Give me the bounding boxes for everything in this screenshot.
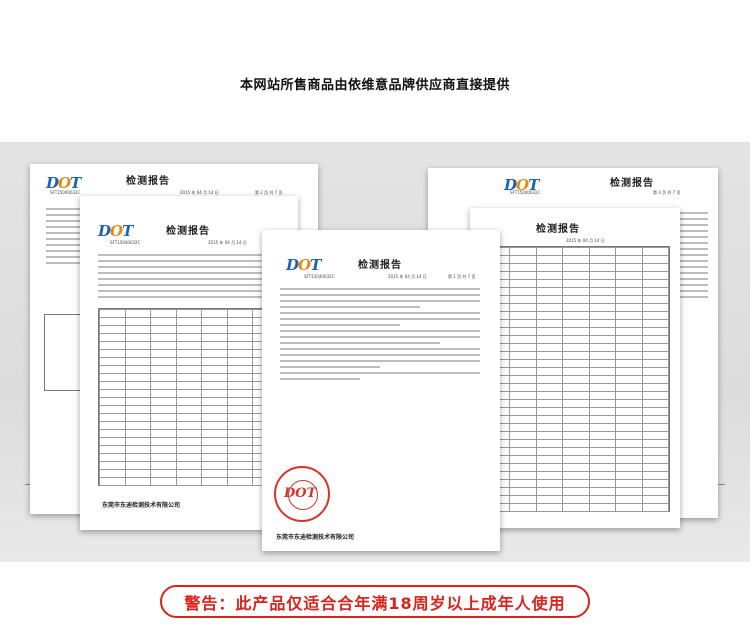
report-title: 检测报告 [166, 226, 210, 237]
report-page-table-right: 检测报告 2015 年 04 月 14 日 [470, 208, 680, 528]
report-date: 2015 年 04 月 14 日 [208, 240, 247, 245]
report-page-number: 第 3 页 共 7 页 [653, 190, 681, 195]
report-number: SFT15040032C [110, 240, 141, 245]
official-seal: DOT [274, 466, 330, 522]
issuing-organization: 东莞市东迪检测技术有限公司 [276, 534, 355, 541]
dot-logo: DOT [286, 256, 321, 274]
age-warning-banner: 警告：此产品仅适合合年满18周岁以上成年人使用 [160, 585, 590, 618]
report-page-number: 第 1 页 共 7 页 [448, 274, 476, 279]
report-title: 检测报告 [358, 260, 402, 271]
report-page-center: DOT SFT15040032C 检测报告 2015 年 04 月 14 日 第… [262, 230, 500, 551]
report-number: SFT15040032C [510, 190, 541, 195]
report-date: 2015 年 04 月 14 日 [388, 274, 427, 279]
report-number: SFT15040032C [304, 274, 335, 279]
results-table [98, 308, 280, 486]
report-title: 检测报告 [126, 176, 170, 187]
report-date: 2015 年 04 月 14 日 [566, 238, 605, 243]
issuing-organization: 东莞市东迪检测技术有限公司 [102, 502, 181, 509]
results-table [482, 246, 670, 512]
header-note: 本网站所售商品由依维意品牌供应商直接提供 [239, 78, 510, 93]
report-title: 检测报告 [610, 178, 654, 189]
report-title: 检测报告 [536, 224, 580, 235]
report-number: SFT15040032C [50, 190, 81, 195]
dot-logo: DOT [98, 222, 133, 240]
